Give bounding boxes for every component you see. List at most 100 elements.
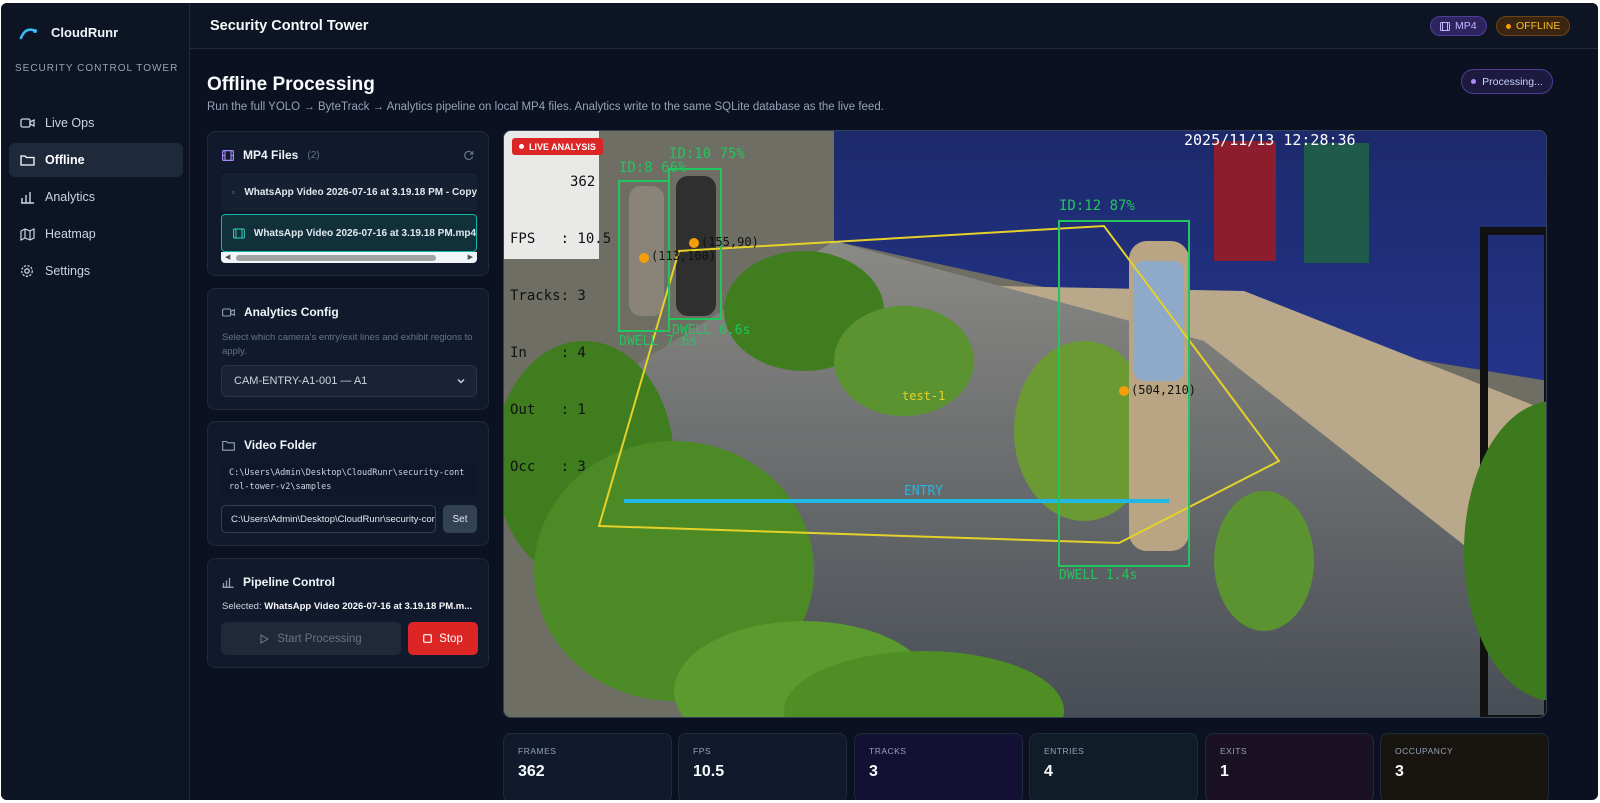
video-player[interactable]: 2025/11/13 12:28:36 362 FPS : 10.5 Track… bbox=[503, 130, 1547, 718]
horizontal-scrollbar[interactable]: ◀ ▶ bbox=[221, 252, 477, 263]
track-point-id10 bbox=[689, 238, 699, 248]
stat-card-entries: ENTRIES 4 bbox=[1029, 733, 1198, 800]
stat-value: 3 bbox=[869, 763, 878, 780]
track-label-id8: ID:8 66% bbox=[619, 160, 687, 176]
overlay-line: Out : 1 bbox=[510, 402, 586, 418]
live-analysis-label: LIVE ANALYSIS bbox=[529, 141, 596, 152]
sidebar-item-offline[interactable]: Offline bbox=[9, 143, 183, 177]
panel-title: MP4 Files bbox=[243, 148, 299, 162]
file-name: WhatsApp Video 2026-07-16 at 3.19.18 PM … bbox=[244, 186, 477, 198]
film-icon bbox=[1440, 21, 1450, 31]
sidebar-item-heatmap[interactable]: Heatmap bbox=[9, 217, 183, 251]
stats-overlay: 362 FPS : 10.5 Tracks: 3 In : 4 Out : 1 … bbox=[510, 135, 611, 515]
stat-value: 3 bbox=[1395, 763, 1404, 780]
status-badge: OFFLINE bbox=[1496, 16, 1571, 36]
stop-label: Stop bbox=[439, 632, 463, 645]
overlay-line: Tracks: 3 bbox=[510, 288, 586, 304]
current-folder-path: C:\Users\Admin\Desktop\CloudRunr\securit… bbox=[221, 462, 477, 496]
set-folder-button[interactable]: Set bbox=[443, 505, 477, 533]
sidebar: CloudRunr SECURITY CONTROL TOWER Live Op… bbox=[1, 3, 190, 800]
panel-title: Pipeline Control bbox=[243, 575, 336, 589]
scroll-thumb[interactable] bbox=[236, 254, 436, 261]
film-icon bbox=[233, 228, 245, 238]
selected-file-name: WhatsApp Video 2026-07-16 at 3.19.18 PM.… bbox=[264, 601, 473, 612]
processing-status-button[interactable]: Processing... bbox=[1461, 69, 1553, 94]
gear-icon bbox=[19, 263, 35, 279]
sidebar-item-label: Settings bbox=[45, 264, 91, 278]
stat-value: 10.5 bbox=[693, 763, 725, 780]
green-banner bbox=[1304, 143, 1369, 263]
dwell-label-id12: DWELL 1.4s bbox=[1059, 568, 1138, 583]
folder-path-input[interactable]: C:\Users\Admin\Desktop\CloudRunr\securit… bbox=[221, 505, 436, 533]
panel-description: Select which camera's entry/exit lines a… bbox=[222, 332, 473, 357]
panel-header: Video Folder bbox=[222, 438, 316, 452]
sidebar-item-analytics[interactable]: Analytics bbox=[9, 180, 183, 214]
video-icon bbox=[19, 115, 35, 131]
header: Security Control Tower MP4 OFFLINE bbox=[190, 3, 1598, 49]
app-window: CloudRunr SECURITY CONTROL TOWER Live Op… bbox=[1, 3, 1598, 800]
camera-select-value: CAM-ENTRY-A1-001 — A1 bbox=[234, 375, 368, 387]
stat-card-exits: EXITS 1 bbox=[1205, 733, 1374, 800]
selected-file-line: Selected: WhatsApp Video 2026-07-16 at 3… bbox=[222, 601, 472, 612]
overlay-line: Occ : 3 bbox=[510, 459, 586, 475]
status-dot-icon bbox=[1506, 23, 1511, 29]
page-subtitle: Run the full YOLO → ByteTrack → Analytic… bbox=[207, 101, 884, 113]
stat-label: ENTRIES bbox=[1044, 746, 1085, 756]
list-item[interactable]: WhatsApp Video 2026-07-16 at 3.19.18 PM … bbox=[221, 173, 477, 211]
stat-value: 4 bbox=[1044, 763, 1053, 780]
folder-icon bbox=[19, 152, 35, 168]
scroll-left-icon[interactable]: ◀ bbox=[225, 253, 230, 261]
file-count: (2) bbox=[307, 149, 320, 161]
play-icon bbox=[260, 633, 270, 644]
overlay-line: FPS : 10.5 bbox=[510, 231, 612, 247]
stat-card-fps: FPS 10.5 bbox=[678, 733, 847, 800]
live-dot-icon bbox=[519, 144, 524, 149]
file-list[interactable]: WhatsApp Video 2026-07-16 at 3.19.18 PM … bbox=[221, 171, 477, 263]
camera-select[interactable]: CAM-ENTRY-A1-001 — A1 bbox=[221, 365, 477, 397]
sidebar-item-settings[interactable]: Settings bbox=[9, 254, 183, 288]
format-badge: MP4 bbox=[1430, 16, 1487, 36]
sidebar-item-live-ops[interactable]: Live Ops bbox=[9, 106, 183, 140]
track-point-id8 bbox=[639, 253, 649, 263]
sidebar-item-label: Live Ops bbox=[45, 116, 95, 130]
stat-label: TRACKS bbox=[869, 746, 907, 756]
timestamp-overlay: 2025/11/13 12:28:36 bbox=[1184, 131, 1356, 149]
film-icon bbox=[222, 149, 234, 161]
brand[interactable]: CloudRunr bbox=[19, 25, 118, 40]
stop-icon bbox=[423, 634, 433, 643]
stat-label: FRAMES bbox=[518, 746, 557, 756]
stop-button[interactable]: Stop bbox=[408, 622, 478, 655]
refresh-icon[interactable] bbox=[463, 148, 474, 166]
cloudrunr-logo-icon bbox=[19, 27, 37, 39]
video-frame bbox=[504, 131, 1546, 717]
film-icon bbox=[232, 190, 236, 194]
start-processing-label: Start Processing bbox=[277, 632, 362, 645]
map-icon bbox=[19, 226, 35, 242]
panel-header: Pipeline Control bbox=[222, 575, 335, 589]
bar-chart-icon bbox=[222, 577, 234, 588]
list-item-selected[interactable]: WhatsApp Video 2026-07-16 at 3.19.18 PM.… bbox=[221, 214, 477, 252]
chevron-down-icon bbox=[456, 376, 466, 389]
pipeline-control-panel: Pipeline Control Selected: WhatsApp Vide… bbox=[207, 558, 489, 668]
track-label-id10: ID:10 75% bbox=[669, 146, 745, 162]
header-title: Security Control Tower bbox=[210, 18, 369, 34]
analytics-config-panel: Analytics Config Select which camera's e… bbox=[207, 288, 489, 410]
stat-card-frames: FRAMES 362 bbox=[503, 733, 672, 800]
page-title: Offline Processing bbox=[207, 74, 375, 95]
selected-prefix: Selected: bbox=[222, 601, 262, 612]
start-processing-button[interactable]: Start Processing bbox=[221, 622, 401, 655]
sidebar-nav: Live Ops Offline Analytics Heatmap Setti… bbox=[9, 106, 183, 291]
scroll-right-icon[interactable]: ▶ bbox=[468, 253, 473, 261]
live-analysis-badge: LIVE ANALYSIS bbox=[512, 138, 603, 155]
processing-label: Processing... bbox=[1482, 75, 1543, 88]
red-banner bbox=[1214, 141, 1276, 261]
brand-subtitle: SECURITY CONTROL TOWER bbox=[15, 63, 179, 74]
stat-label: FPS bbox=[693, 746, 712, 756]
panel-header: Analytics Config bbox=[222, 305, 339, 319]
status-badge-label: OFFLINE bbox=[1516, 20, 1561, 32]
track-point-label-id10: (155,90) bbox=[701, 235, 759, 249]
track-point-label-id12: (504,210) bbox=[1131, 383, 1197, 397]
panel-title: Analytics Config bbox=[244, 305, 339, 319]
overlay-line: In : 4 bbox=[510, 345, 586, 361]
stat-card-occupancy: OCCUPANCY 3 bbox=[1380, 733, 1549, 800]
